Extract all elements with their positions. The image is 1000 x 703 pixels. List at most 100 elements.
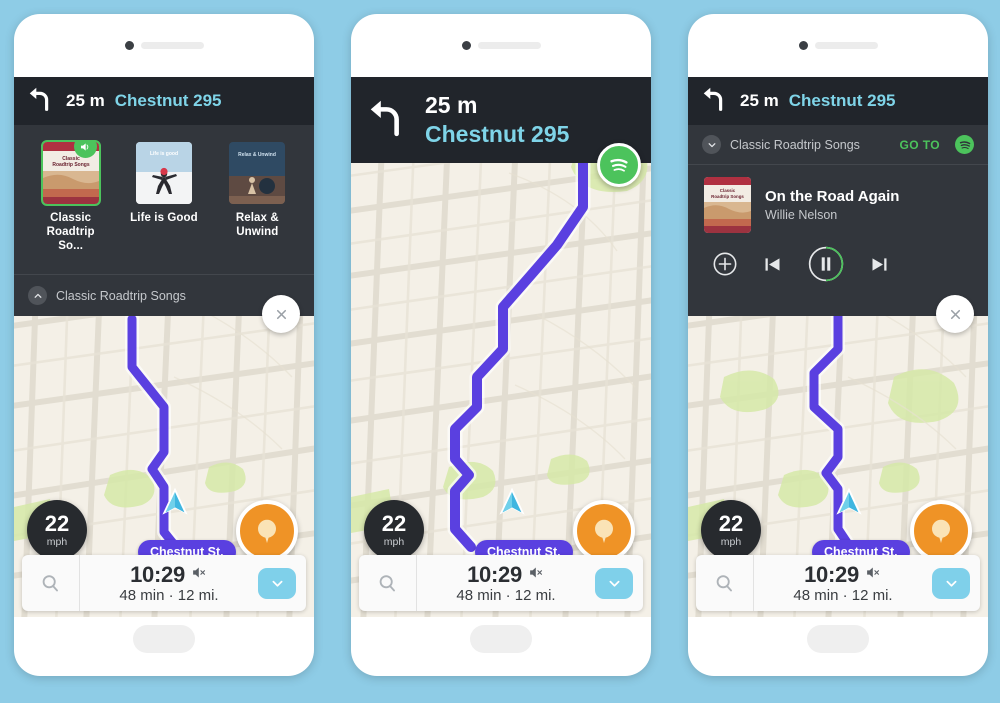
speaker-muted-icon[interactable] <box>865 564 882 586</box>
spotify-icon[interactable] <box>955 135 974 154</box>
search-button[interactable] <box>696 555 754 611</box>
svg-text:Life is good: Life is good <box>150 151 178 157</box>
playlist-item-2[interactable]: Relax & Unwind Relax & Unwind <box>221 142 293 239</box>
nav-distance: 25 m <box>425 92 478 118</box>
arrival-time: 10:29 <box>804 562 859 587</box>
speedometer-badge: 22 mph <box>701 500 761 560</box>
front-camera-icon <box>124 41 134 50</box>
chevron-down-icon <box>272 580 282 587</box>
navigation-text-2: 25 m Chestnut 295 <box>425 92 569 148</box>
nav-street-name: Chestnut 295 <box>788 91 896 110</box>
spotify-icon <box>610 158 628 172</box>
goto-spotify-label[interactable]: GO TO <box>900 138 940 152</box>
navigation-arrow-icon <box>831 484 867 525</box>
speed-unit: mph <box>46 535 68 548</box>
speaker-muted-icon[interactable] <box>191 564 208 586</box>
turn-left-icon <box>700 84 730 119</box>
track-title: On the Road Again <box>765 188 900 205</box>
eta-bar-3: 10:29 48 min · 12 mi. <box>696 555 980 611</box>
skip-next-icon[interactable] <box>869 254 890 275</box>
player-header: Classic Roadtrip Songs GO TO <box>688 125 988 165</box>
spotify-fab-button[interactable] <box>597 143 641 187</box>
expand-eta-button[interactable] <box>258 567 296 599</box>
eta-time-row: 10:29 <box>754 562 932 588</box>
nav-distance: 25 m <box>66 91 105 110</box>
front-camera-icon <box>798 41 808 50</box>
navigation-arrow-icon <box>157 484 193 525</box>
now-playing-album-art: Classic Roadtrip Songs <box>704 177 751 233</box>
playlist-label-2: Relax & Unwind <box>235 212 279 239</box>
playlist-label-1: Life is Good <box>130 212 198 224</box>
eta-info[interactable]: 10:29 48 min · 12 mi. <box>754 562 932 604</box>
search-button[interactable] <box>22 555 80 611</box>
phone-3-screen: 25 m Chestnut 295 Classic Roadtrip Songs… <box>688 77 988 617</box>
speed-value: 22 <box>718 510 744 536</box>
eta-info[interactable]: 10:29 48 min · 12 mi. <box>417 562 595 604</box>
eta-time-row: 10:29 <box>417 562 595 588</box>
track-artist: Willie Nelson <box>765 208 838 222</box>
now-playing-row: Classic Roadtrip Songs On the Road Again… <box>688 165 988 233</box>
skip-previous-icon[interactable] <box>762 254 783 275</box>
playlist-browser-panel: Classic Roadtrip Songs Classic Roadtrip … <box>14 125 314 316</box>
chevron-down-icon[interactable] <box>702 135 721 154</box>
playlist-list: Classic Roadtrip Songs Classic Roadtrip … <box>14 125 314 253</box>
plus-icon[interactable] <box>712 251 738 277</box>
destination-pin-icon[interactable] <box>910 500 972 562</box>
search-button[interactable] <box>359 555 417 611</box>
eta-bar-1: 10:29 48 min · 12 mi. <box>22 555 306 611</box>
nav-street-name: Chestnut 295 <box>114 91 222 110</box>
phone-3-top-bezel <box>688 14 988 77</box>
playlist-label-0: Classic Roadtrip So... <box>46 212 95 253</box>
search-icon <box>716 574 732 591</box>
turn-left-icon <box>365 95 411 146</box>
pause-icon[interactable] <box>807 245 845 283</box>
phone-2: 25 m Chestnut 295 22 mph Chestnut St. 10… <box>351 14 651 676</box>
nav-street-name: Chestnut 295 <box>425 121 570 147</box>
player-playlist-name: Classic Roadtrip Songs <box>730 137 860 152</box>
playlist-item-1[interactable]: Life is good Life is Good <box>128 142 200 225</box>
phone-2-screen: 25 m Chestnut 295 22 mph Chestnut St. 10… <box>351 77 651 617</box>
earpiece-speaker-icon <box>477 42 541 49</box>
speed-unit: mph <box>383 535 405 548</box>
home-button-1[interactable] <box>133 625 195 653</box>
chevron-down-icon <box>609 580 619 587</box>
phone-2-top-bezel <box>351 14 651 77</box>
current-playlist-name: Classic Roadtrip Songs <box>56 288 186 303</box>
playlist-item-0[interactable]: Classic Roadtrip Songs Classic Roadtrip … <box>35 140 107 253</box>
music-player-panel: Classic Roadtrip Songs GO TO Classic Roa… <box>688 125 988 316</box>
eta-duration-distance: 48 min · 12 mi. <box>793 587 893 604</box>
phone-mockup-group: 25 m Chestnut 295 Classic Roadtrip Songs… <box>0 0 1000 703</box>
playlist-album-art-1: Life is good <box>135 142 192 204</box>
svg-text:Classic: Classic <box>720 188 736 193</box>
destination-pin-icon[interactable] <box>573 500 635 562</box>
home-button-3[interactable] <box>807 625 869 653</box>
home-button-2[interactable] <box>470 625 532 653</box>
eta-duration-distance: 48 min · 12 mi. <box>456 587 556 604</box>
svg-text:Roadtrip Songs: Roadtrip Songs <box>711 194 744 199</box>
speaker-muted-icon[interactable] <box>528 564 545 586</box>
navigation-text-3: 25 m Chestnut 295 <box>740 91 896 111</box>
arrival-time: 10:29 <box>130 562 185 587</box>
close-panel-button[interactable] <box>262 295 300 333</box>
earpiece-speaker-icon <box>140 42 204 49</box>
search-icon <box>379 574 395 591</box>
now-playing-text: On the Road Again Willie Nelson <box>765 188 899 222</box>
playlist-album-art-0: Classic Roadtrip Songs <box>40 140 101 206</box>
phone-3: 25 m Chestnut 295 Classic Roadtrip Songs… <box>688 14 988 676</box>
navigation-arrow-icon <box>494 484 530 525</box>
expand-eta-button[interactable] <box>932 567 970 599</box>
expand-eta-button[interactable] <box>595 567 633 599</box>
navigation-header-3: 25 m Chestnut 295 <box>688 77 988 125</box>
chevron-up-icon[interactable] <box>28 286 47 305</box>
speed-value: 22 <box>381 510 407 536</box>
turn-left-icon <box>26 84 56 119</box>
destination-pin-icon[interactable] <box>236 500 298 562</box>
phone-1: 25 m Chestnut 295 Classic Roadtrip Songs… <box>14 14 314 676</box>
phone-1-screen: 25 m Chestnut 295 Classic Roadtrip Songs… <box>14 77 314 617</box>
navigation-header-1: 25 m Chestnut 295 <box>14 77 314 125</box>
close-panel-button[interactable] <box>936 295 974 333</box>
svg-text:Roadtrip Songs: Roadtrip Songs <box>52 162 89 168</box>
eta-info[interactable]: 10:29 48 min · 12 mi. <box>80 562 258 604</box>
speedometer-badge: 22 mph <box>364 500 424 560</box>
chevron-down-icon <box>946 580 956 587</box>
